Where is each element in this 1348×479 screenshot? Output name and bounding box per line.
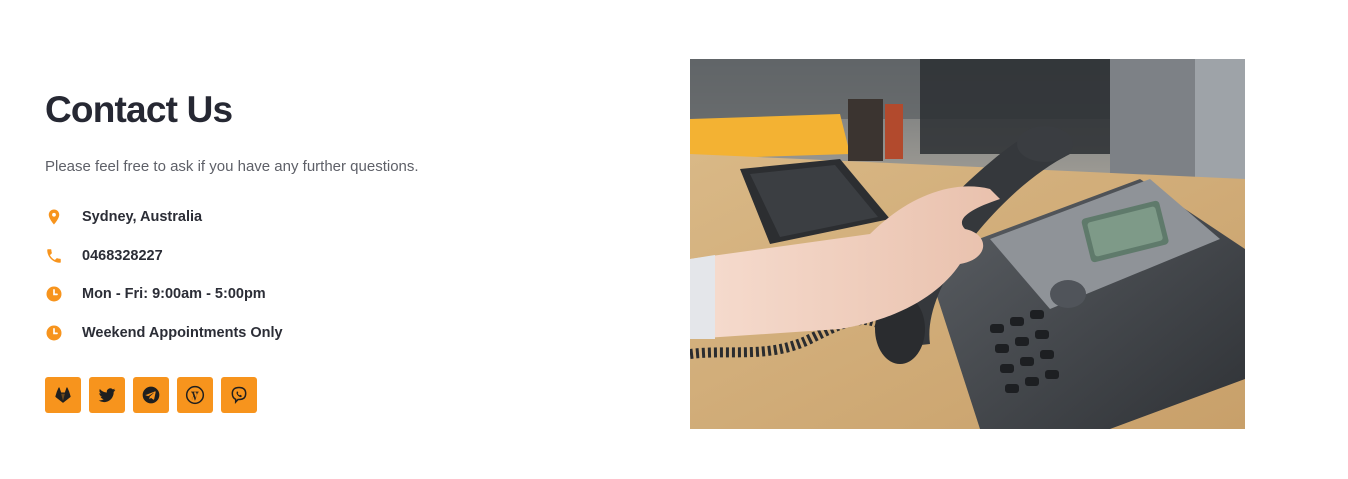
phone-number-text[interactable]: 0468328227 bbox=[82, 246, 163, 266]
gitlab-icon bbox=[53, 385, 73, 405]
contact-item-location: Sydney, Australia bbox=[45, 198, 605, 237]
telegram-link[interactable] bbox=[133, 377, 169, 413]
viber-link[interactable] bbox=[221, 377, 257, 413]
contact-section: Contact Us Please feel free to ask if yo… bbox=[45, 88, 605, 413]
hand-holding-office-desk-phone-image bbox=[690, 59, 1245, 429]
telegram-icon bbox=[141, 385, 161, 405]
wordpress-icon bbox=[185, 385, 205, 405]
phone-icon bbox=[45, 247, 63, 265]
map-pin-icon bbox=[45, 208, 63, 226]
viber-icon bbox=[229, 385, 249, 405]
clock-icon bbox=[45, 324, 63, 342]
business-hours-text: Mon - Fri: 9:00am - 5:00pm bbox=[82, 286, 266, 303]
twitter-icon bbox=[97, 385, 117, 405]
contact-info-list: Sydney, Australia 0468328227 Mon - Fri: … bbox=[45, 198, 605, 352]
contact-item-phone[interactable]: 0468328227 bbox=[45, 237, 605, 276]
gitlab-link[interactable] bbox=[45, 377, 81, 413]
twitter-link[interactable] bbox=[89, 377, 125, 413]
social-links bbox=[45, 377, 605, 413]
contact-item-weekend: Weekend Appointments Only bbox=[45, 314, 605, 353]
location-text: Sydney, Australia bbox=[82, 209, 203, 226]
wordpress-link[interactable] bbox=[177, 377, 213, 413]
contact-item-hours: Mon - Fri: 9:00am - 5:00pm bbox=[45, 275, 605, 314]
page-title: Contact Us bbox=[45, 89, 233, 130]
clock-icon bbox=[45, 285, 63, 303]
contact-subtitle: Please feel free to ask if you have any … bbox=[45, 158, 419, 175]
weekend-hours-text: Weekend Appointments Only bbox=[82, 324, 283, 341]
